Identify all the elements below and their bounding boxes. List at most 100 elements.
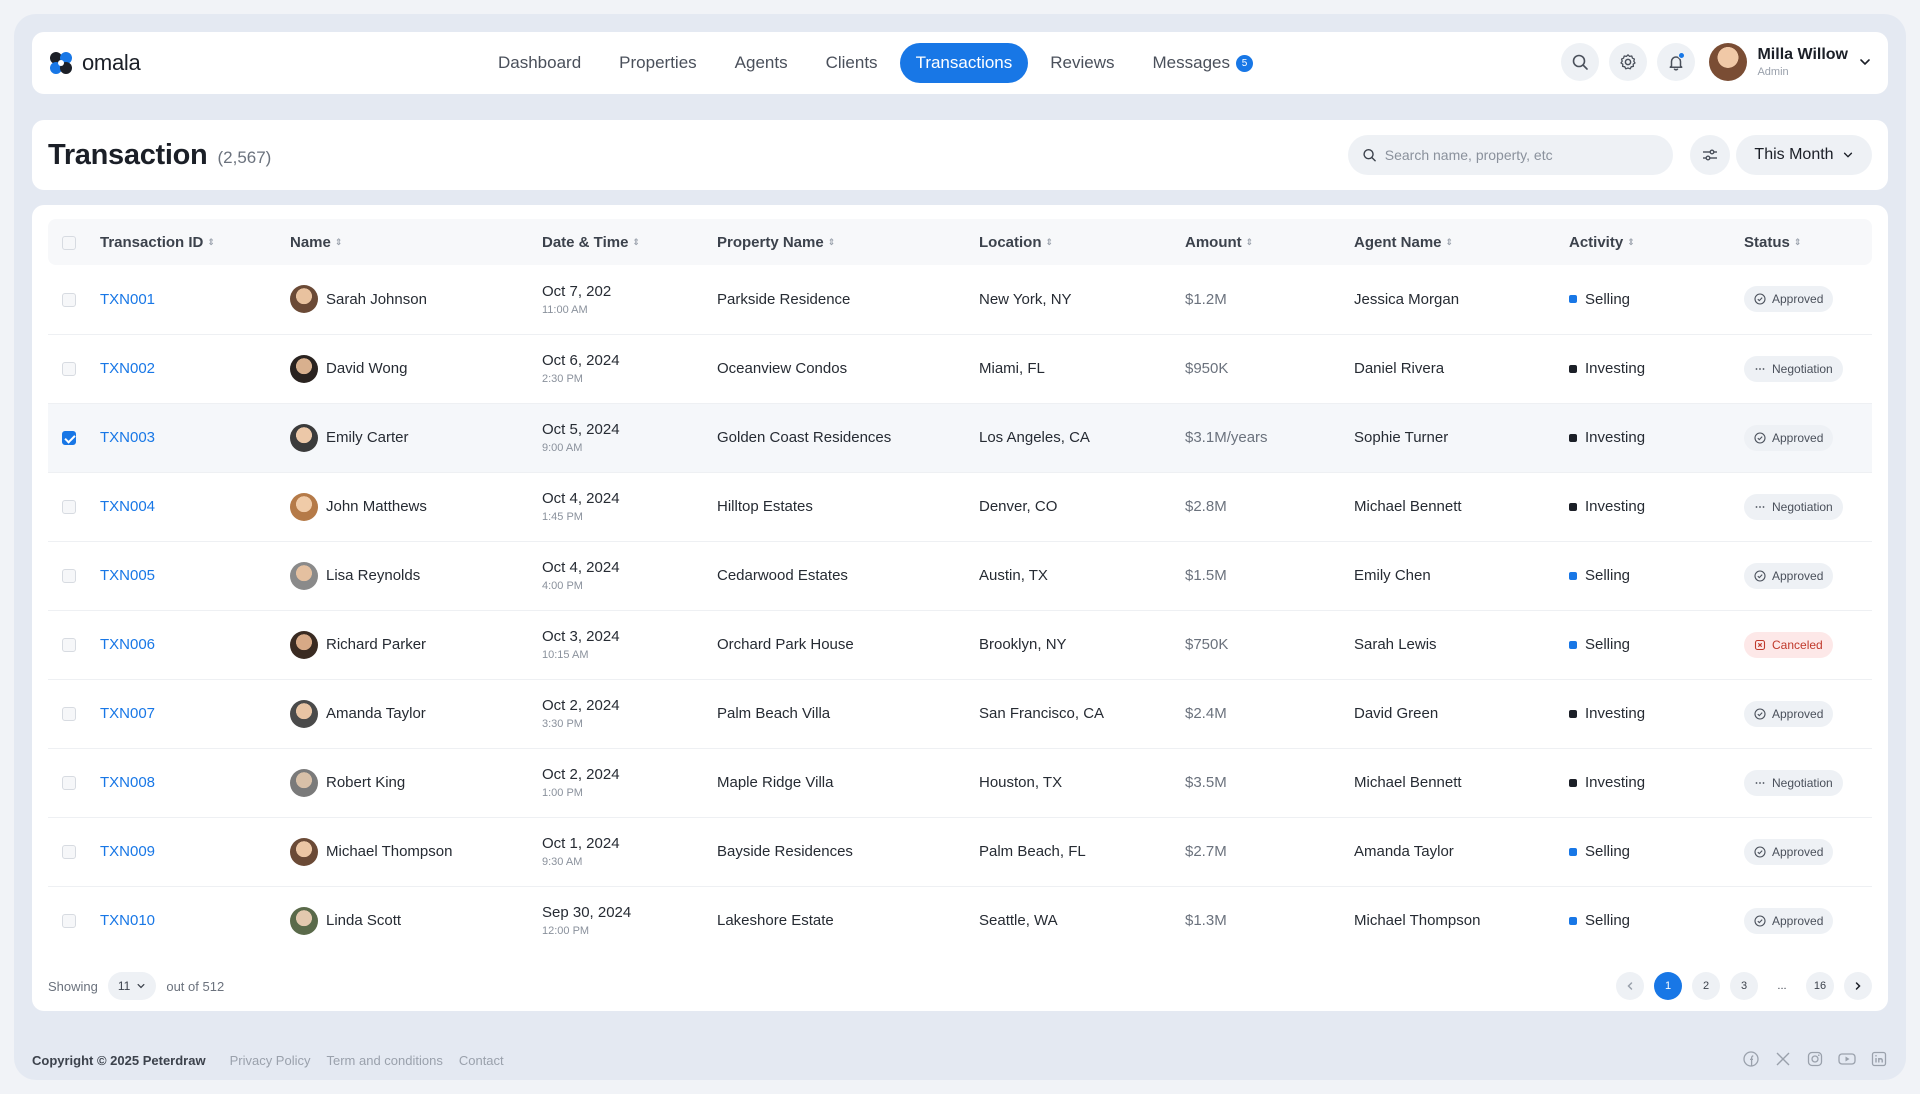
row-checkbox[interactable]	[62, 500, 76, 515]
contact-link[interactable]: Contact	[459, 1053, 504, 1068]
col-property-name[interactable]: Property Name ⇕	[717, 219, 979, 265]
prev-page-button[interactable]	[1616, 972, 1644, 1000]
user-menu[interactable]: Milla Willow Admin	[1709, 43, 1872, 81]
period-select[interactable]: This Month	[1736, 135, 1872, 175]
privacy-policy-link[interactable]: Privacy Policy	[230, 1053, 311, 1068]
activity: Selling	[1569, 567, 1744, 584]
nav-agents[interactable]: Agents	[719, 43, 804, 83]
page-button[interactable]: 1	[1654, 972, 1682, 1000]
page-ellipsis: ...	[1777, 980, 1787, 992]
row-checkbox[interactable]	[62, 292, 76, 307]
select-all-checkbox[interactable]	[62, 235, 76, 250]
transaction-date: Oct 4, 2024	[542, 559, 620, 576]
search-box[interactable]	[1348, 135, 1673, 175]
table-row[interactable]: TXN008 Robert King Oct 2, 2024 1:00 PM Maple…	[48, 748, 1872, 817]
agent-name: Daniel Rivera	[1354, 360, 1445, 377]
logo[interactable]: omala	[48, 50, 141, 76]
terms-link[interactable]: Term and conditions	[327, 1053, 443, 1068]
youtube-icon[interactable]	[1838, 1050, 1856, 1068]
facebook-icon[interactable]	[1742, 1050, 1760, 1068]
row-checkbox[interactable]	[62, 362, 76, 377]
nav-reviews[interactable]: Reviews	[1034, 43, 1130, 83]
page-button[interactable]: 3	[1730, 972, 1758, 1000]
filter-button[interactable]	[1690, 135, 1730, 175]
transaction-id-link[interactable]: TXN006	[100, 636, 155, 653]
table-row[interactable]: TXN002 David Wong Oct 6, 2024 2:30 PM Oceanv…	[48, 334, 1872, 403]
column-label: Agent Name	[1354, 233, 1442, 251]
ellipsis-icon	[1755, 505, 1765, 508]
notifications-button[interactable]	[1657, 43, 1696, 81]
table-row[interactable]: TXN003 Emily Carter Oct 5, 2024 9:00 AM Gold…	[48, 403, 1872, 472]
row-checkbox[interactable]	[62, 569, 76, 584]
nav-transactions[interactable]: Transactions	[899, 43, 1029, 83]
activity: Selling	[1569, 843, 1744, 860]
settings-button[interactable]	[1609, 43, 1648, 81]
col-activity[interactable]: Activity ⇕	[1569, 219, 1744, 265]
activity-dot	[1569, 364, 1577, 373]
col-agent-name[interactable]: Agent Name ⇕	[1354, 219, 1569, 265]
top-right-actions: Milla Willow Admin	[1561, 43, 1872, 81]
column-label: Activity	[1569, 233, 1624, 251]
agent-name: Emily Chen	[1354, 567, 1431, 584]
per-page-select[interactable]: 11	[107, 972, 157, 1000]
table-row[interactable]: TXN005 Lisa Reynolds Oct 4, 2024 4:00 PM Ced…	[48, 541, 1872, 610]
activity-dot	[1569, 502, 1577, 511]
row-checkbox[interactable]	[62, 707, 76, 722]
status-badge: Approved	[1744, 424, 1834, 451]
table-row[interactable]: TXN001 Sarah Johnson Oct 7, 202 11:00 AM Par…	[48, 265, 1872, 334]
table-row[interactable]: TXN009 Michael Thompson Oct 1, 2024 9:30 AM…	[48, 817, 1872, 886]
next-page-button[interactable]	[1844, 972, 1872, 1000]
check-circle-icon	[1754, 845, 1766, 858]
transaction-id-link[interactable]: TXN008	[100, 774, 155, 791]
row-checkbox[interactable]	[62, 914, 76, 929]
table-row[interactable]: TXN006 Richard Parker Oct 3, 2024 10:15 AM O…	[48, 610, 1872, 679]
table-row[interactable]: TXN004 John Matthews Oct 4, 2024 1:45 PM Hil…	[48, 472, 1872, 541]
status-badge: Negotiation	[1744, 493, 1843, 520]
activity-label: Investing	[1585, 360, 1646, 377]
search-input[interactable]	[1384, 147, 1659, 163]
status-label: Approved	[1772, 913, 1824, 928]
row-checkbox[interactable]	[62, 845, 76, 860]
transaction-id-link[interactable]: TXN004	[100, 498, 155, 515]
transaction-id-link[interactable]: TXN009	[100, 843, 155, 860]
property-name: Hilltop Estates	[717, 498, 813, 515]
client-name-cell: Emily Carter	[290, 423, 542, 452]
col-name[interactable]: Name ⇕	[290, 219, 542, 265]
col-status[interactable]: Status ⇕	[1744, 219, 1872, 265]
transaction-id-link[interactable]: TXN001	[100, 291, 155, 308]
check-circle-icon	[1754, 569, 1766, 582]
col-amount[interactable]: Amount ⇕	[1185, 219, 1354, 265]
col-transaction-id[interactable]: Transaction ID ⇕	[100, 219, 290, 265]
nav-dashboard[interactable]: Dashboard	[482, 43, 597, 83]
page-button[interactable]: 2	[1692, 972, 1720, 1000]
transaction-id-link[interactable]: TXN007	[100, 705, 155, 722]
avatar	[290, 837, 318, 866]
activity-label: Investing	[1585, 429, 1646, 446]
nav-messages[interactable]: Messages 5	[1137, 43, 1269, 83]
row-checkbox[interactable]	[62, 431, 76, 446]
search-button[interactable]	[1561, 43, 1600, 81]
row-checkbox[interactable]	[62, 638, 76, 653]
nav-properties[interactable]: Properties	[603, 43, 712, 83]
transaction-id-link[interactable]: TXN002	[100, 360, 155, 377]
transaction-id-link[interactable]: TXN005	[100, 567, 155, 584]
transaction-id-link[interactable]: TXN010	[100, 912, 155, 929]
linkedin-icon[interactable]	[1870, 1050, 1888, 1068]
chevron-down-icon	[1843, 152, 1852, 158]
table-row[interactable]: TXN010 Linda Scott Sep 30, 2024 12:00 PM Lak…	[48, 886, 1872, 955]
x-icon[interactable]	[1774, 1050, 1792, 1068]
avatar	[290, 561, 318, 590]
col-location[interactable]: Location ⇕	[979, 219, 1185, 265]
page-button[interactable]: 16	[1806, 972, 1834, 1000]
nav-label: Agents	[734, 53, 788, 72]
column-label: Name	[290, 233, 331, 251]
nav-clients[interactable]: Clients	[810, 43, 894, 83]
instagram-icon[interactable]	[1806, 1050, 1824, 1068]
location: Los Angeles, CA	[979, 429, 1090, 446]
col-date-time[interactable]: Date & Time ⇕	[542, 219, 717, 265]
row-checkbox[interactable]	[62, 776, 76, 791]
transaction-id-link[interactable]: TXN003	[100, 429, 155, 446]
client-name: Lisa Reynolds	[326, 567, 421, 584]
location: Seattle, WA	[979, 912, 1058, 930]
table-row[interactable]: TXN007 Amanda Taylor Oct 2, 2024 3:30 PM Pal…	[48, 679, 1872, 748]
